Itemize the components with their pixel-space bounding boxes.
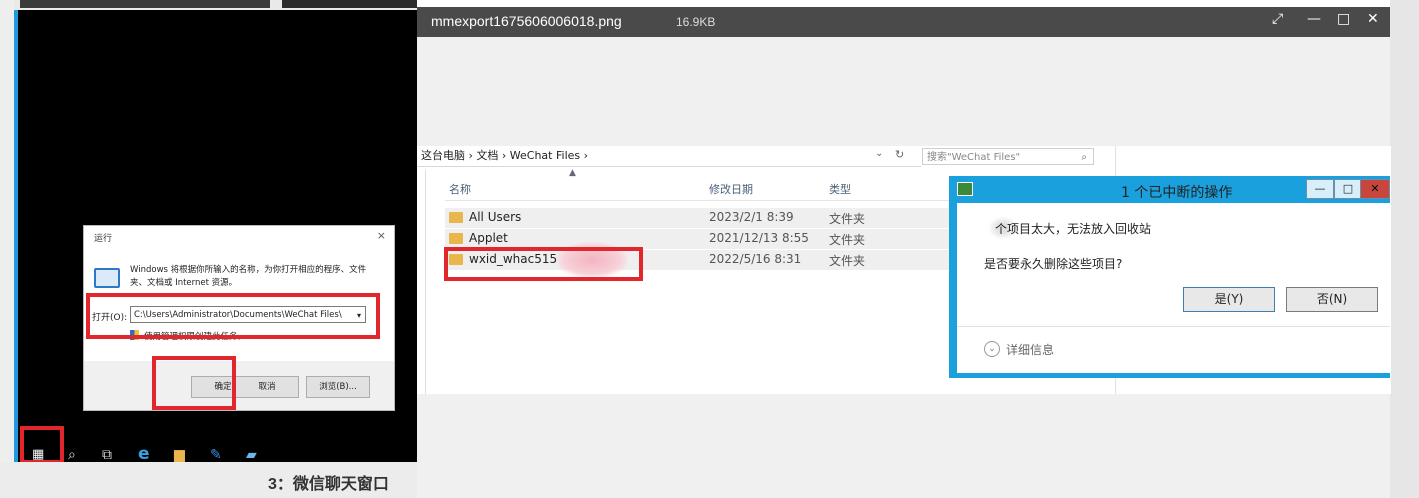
highlight-box xyxy=(152,356,236,410)
desktop-top-bar xyxy=(20,0,270,8)
run-description: Windows 将根据你所输入的名称，为你打开相应的程序、文件夹、文档或 Int… xyxy=(130,265,367,288)
column-header-row: ▲ 名称 修改日期 类型 xyxy=(445,168,957,201)
file-date: 2021/12/13 8:55 xyxy=(709,231,809,245)
dialog-titlebar: 1 个已中断的操作 — □ ✕ xyxy=(949,176,1390,203)
task-view-icon[interactable]: ⧉ xyxy=(102,447,112,463)
folder-icon xyxy=(449,233,463,244)
minimize-icon[interactable]: — xyxy=(1307,11,1321,27)
run-app-icon xyxy=(94,268,120,288)
dialog-body: 个项目太大，无法放入回收站 是否要永久删除这些项目? 是(Y) 否(N) ⌄ 详… xyxy=(957,203,1390,373)
viewer-filename: mmexport1675606006018.png xyxy=(431,13,622,29)
highlight-box xyxy=(20,426,64,464)
tool-icon[interactable]: ✎ xyxy=(210,447,222,463)
refresh-icon[interactable]: ↻ xyxy=(895,148,904,161)
file-type: 文件夹 xyxy=(829,233,866,247)
highlight-box xyxy=(86,293,380,339)
chevron-down-icon[interactable]: ⌄ xyxy=(875,148,883,159)
dialog-message: 个项目太大，无法放入回收站 xyxy=(995,222,1152,236)
viewer-filesize: 16.9KB xyxy=(676,15,716,29)
browse-button[interactable]: 浏览(B)... xyxy=(306,376,370,398)
close-icon[interactable]: × xyxy=(377,229,386,242)
column-type[interactable]: 类型 xyxy=(829,181,851,197)
maximize-icon[interactable]: □ xyxy=(1337,11,1350,27)
nav-pane xyxy=(417,170,426,394)
close-icon[interactable]: ✕ xyxy=(1367,11,1379,27)
breadcrumb[interactable]: 这台电脑 › 文档 › WeChat Files › xyxy=(417,146,921,167)
highlight-box xyxy=(444,247,643,281)
desktop-top-bar xyxy=(282,0,417,8)
dialog-title: 1 个已中断的操作 xyxy=(1121,185,1233,201)
no-button[interactable]: 否(N) xyxy=(1286,287,1378,312)
search-input[interactable]: 搜索"WeChat Files" ⌕ xyxy=(922,148,1094,165)
column-date[interactable]: 修改日期 xyxy=(709,181,753,197)
app-icon[interactable]: ▰ xyxy=(246,447,257,463)
column-name[interactable]: 名称 xyxy=(449,181,471,197)
maximize-icon[interactable]: □ xyxy=(1334,179,1362,199)
file-name: Applet xyxy=(469,231,508,245)
file-date: 2023/2/1 8:39 xyxy=(709,210,794,224)
dialog-app-icon xyxy=(957,182,973,196)
folder-icon xyxy=(449,212,463,223)
search-placeholder: 搜索"WeChat Files" xyxy=(927,152,1021,163)
viewer-titlebar: mmexport1675606006018.png 16.9KB ⤢ — □ ✕ xyxy=(417,7,1390,37)
search-icon[interactable]: ⌕ xyxy=(68,447,76,463)
details-toggle[interactable]: ⌄ 详细信息 xyxy=(984,341,1054,358)
dialog-question: 是否要永久删除这些项目? xyxy=(984,257,1123,271)
minimize-icon[interactable]: — xyxy=(1306,179,1334,199)
file-date: 2022/5/16 8:31 xyxy=(709,252,802,266)
cancel-button[interactable]: 取消 xyxy=(235,376,299,398)
folder-icon[interactable]: ▆ xyxy=(174,447,185,463)
sort-arrow-icon: ▲ xyxy=(569,168,576,178)
breadcrumb-text: 这台电脑 › 文档 › WeChat Files › xyxy=(421,149,589,162)
right-margin xyxy=(1390,0,1419,498)
expand-icon[interactable]: ⤢ xyxy=(1272,11,1283,27)
yes-button[interactable]: 是(Y) xyxy=(1183,287,1275,312)
file-type: 文件夹 xyxy=(829,254,866,268)
ie-icon[interactable]: e xyxy=(138,444,150,464)
divider xyxy=(957,326,1390,327)
interrupted-dialog: 1 个已中断的操作 — □ ✕ 个项目太大，无法放入回收站 是否要永久删除这些项… xyxy=(949,176,1390,378)
run-dialog-title: 运行 xyxy=(94,234,113,244)
file-type: 文件夹 xyxy=(829,212,866,226)
chevron-down-icon: ⌄ xyxy=(984,341,1000,357)
desktop-accent-bar xyxy=(14,10,18,462)
search-icon: ⌕ xyxy=(1081,152,1087,163)
close-icon[interactable]: ✕ xyxy=(1360,179,1390,199)
table-row[interactable]: All Users 2023/2/1 8:39 文件夹 xyxy=(445,208,957,229)
file-name: All Users xyxy=(469,210,522,224)
caption-text: 3：微信聊天窗口 xyxy=(268,476,389,493)
details-label: 详细信息 xyxy=(1006,343,1055,357)
